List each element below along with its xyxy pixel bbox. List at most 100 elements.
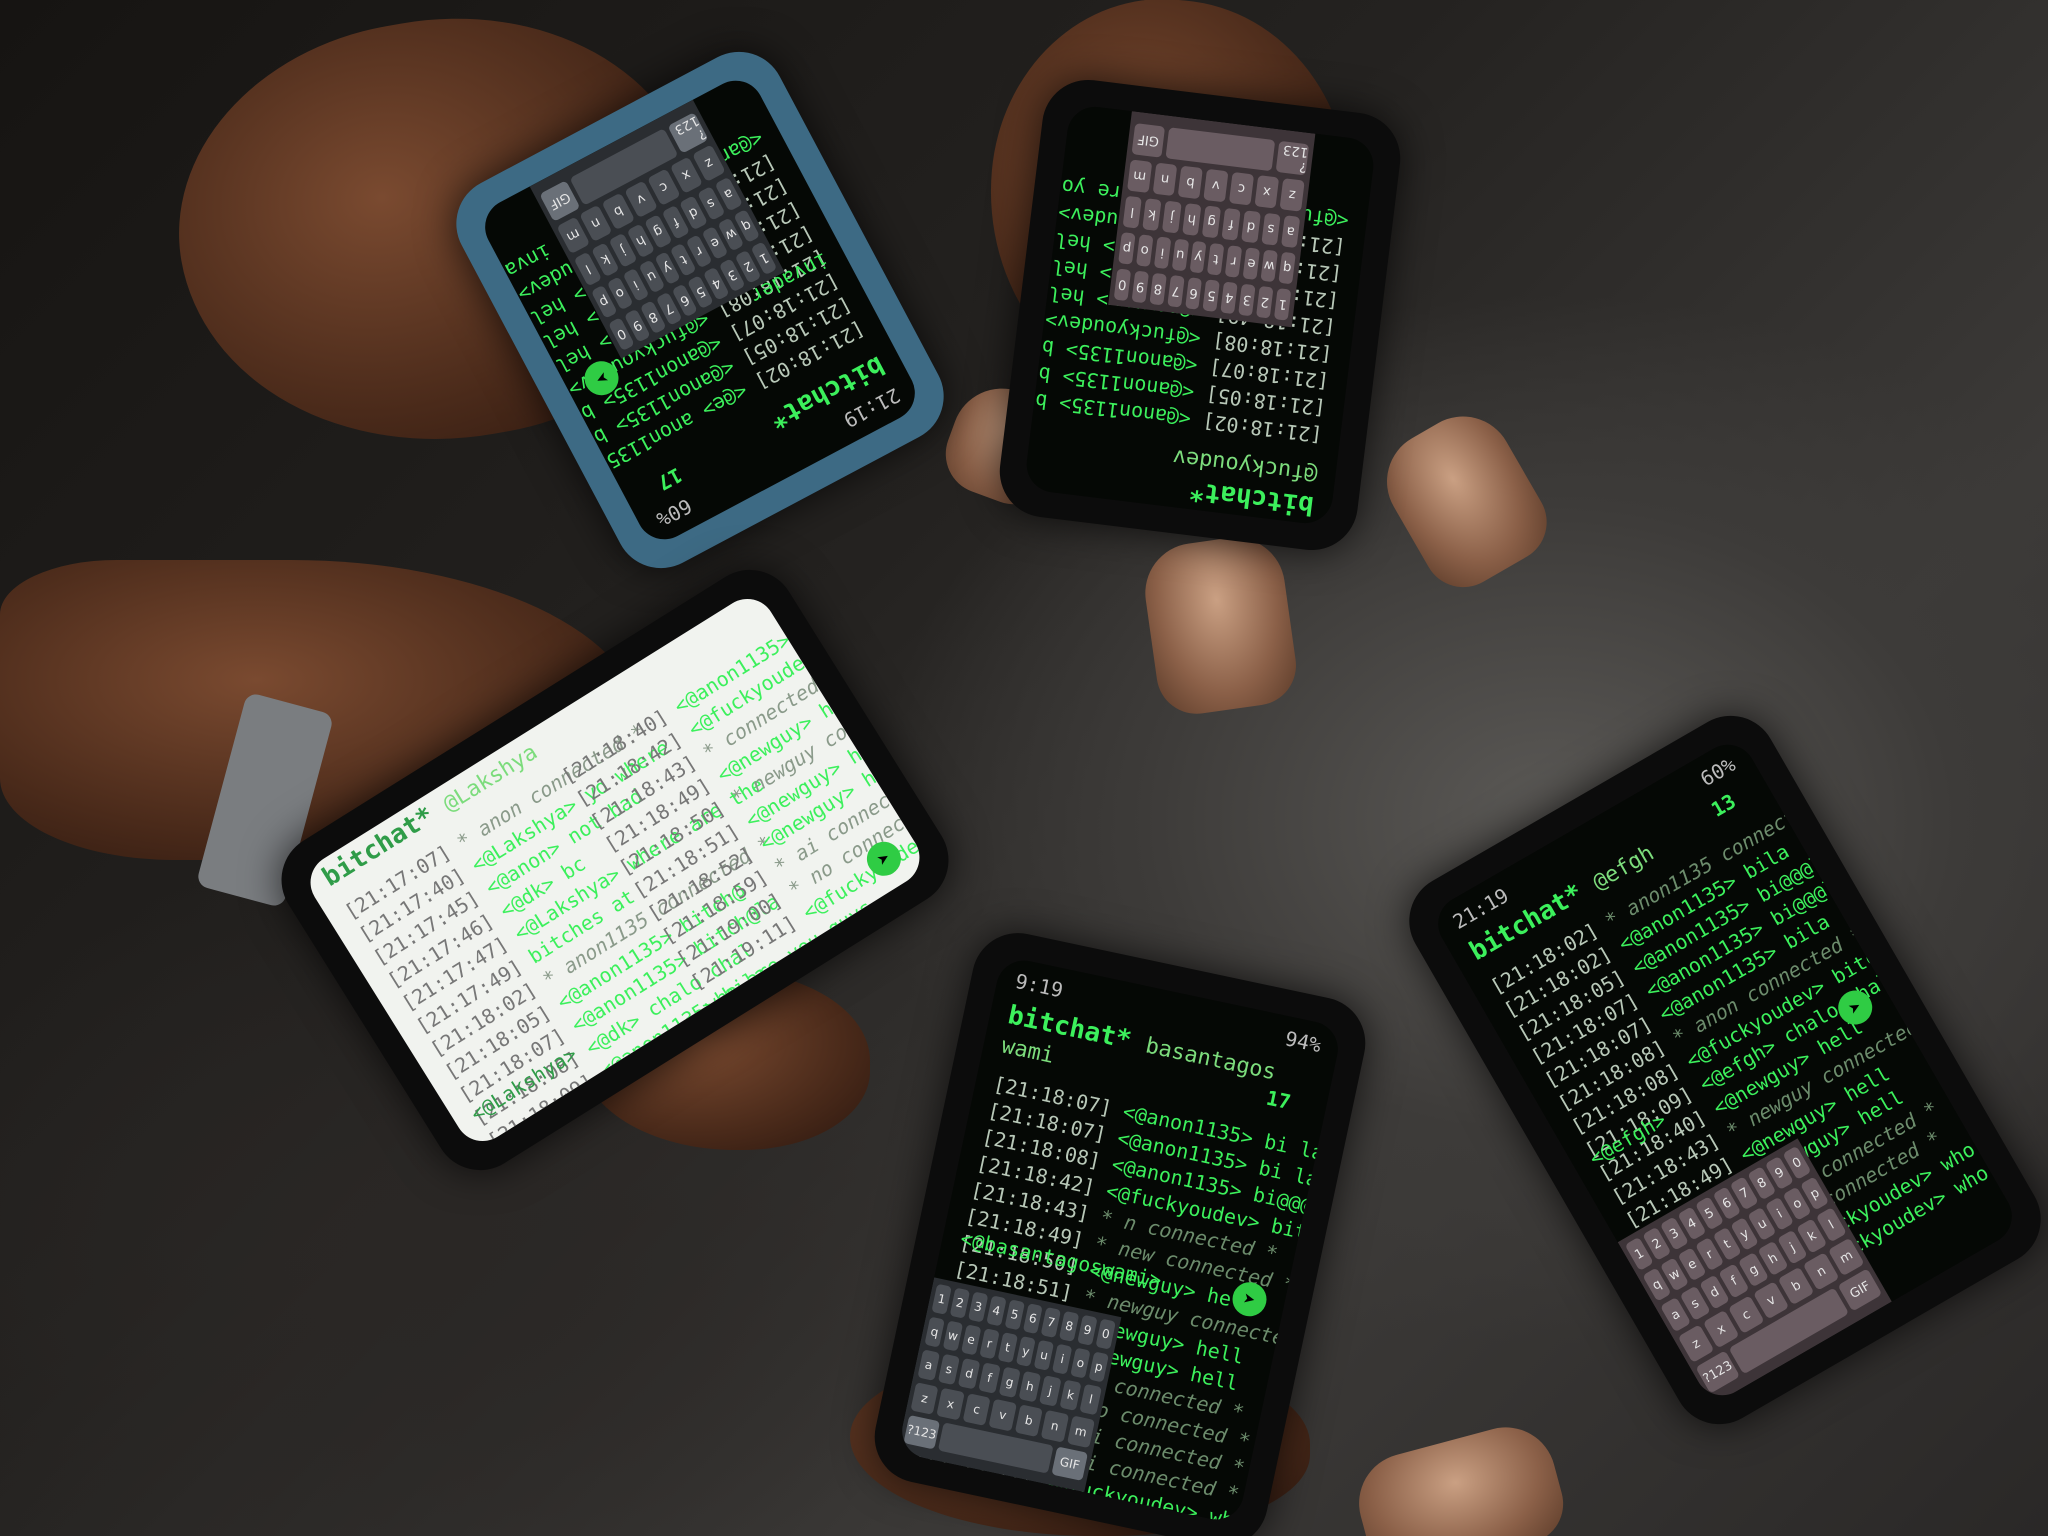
message-text: hell bbox=[814, 677, 869, 724]
key-o[interactable]: o bbox=[1135, 234, 1154, 267]
key-x[interactable]: x bbox=[1254, 175, 1280, 209]
key-l[interactable]: l bbox=[1079, 1383, 1102, 1416]
key-6[interactable]: 6 bbox=[1022, 1303, 1043, 1335]
key-p[interactable]: p bbox=[1118, 232, 1136, 265]
key-o[interactable]: o bbox=[1070, 1347, 1091, 1379]
photo-scene: 21:19 60% bitchat* 17 [21:18:02] <@e> ano… bbox=[0, 0, 2048, 1536]
phone-bottom-right: 21:19 60% bitchat* @efgh 13 [21:18:02] * … bbox=[1392, 699, 2048, 1441]
key-9[interactable]: 9 bbox=[1077, 1314, 1098, 1346]
key-s[interactable]: s bbox=[937, 1353, 961, 1386]
peer-count[interactable]: 17 bbox=[1264, 1086, 1310, 1118]
key-d[interactable]: d bbox=[1241, 210, 1261, 244]
key-4[interactable]: 4 bbox=[1220, 281, 1238, 315]
key-t[interactable]: t bbox=[997, 1332, 1018, 1364]
mode-switch-key[interactable]: ?123 bbox=[903, 1414, 941, 1450]
key-f[interactable]: f bbox=[978, 1362, 1001, 1394]
key-w[interactable]: w bbox=[1260, 249, 1279, 283]
key-k[interactable]: k bbox=[1142, 198, 1162, 232]
key-n[interactable]: n bbox=[1040, 1409, 1069, 1443]
key-h[interactable]: h bbox=[1018, 1370, 1042, 1403]
key-u[interactable]: u bbox=[1171, 238, 1189, 272]
key-a[interactable]: a bbox=[1280, 215, 1301, 249]
key-i[interactable]: i bbox=[1153, 236, 1172, 270]
key-c[interactable]: c bbox=[962, 1393, 991, 1426]
key-i[interactable]: i bbox=[1052, 1343, 1073, 1375]
message-text: hell bbox=[1038, 253, 1090, 283]
key-8[interactable]: 8 bbox=[1059, 1310, 1080, 1342]
key-2[interactable]: 2 bbox=[949, 1287, 971, 1319]
send-icon[interactable]: ➤ bbox=[860, 835, 908, 883]
key-8[interactable]: 8 bbox=[1149, 272, 1167, 306]
key-v[interactable]: v bbox=[988, 1398, 1017, 1432]
message-text: bila bbox=[1023, 330, 1056, 361]
key-v[interactable]: v bbox=[1203, 168, 1229, 203]
message-text: hell bbox=[843, 723, 897, 769]
mode-switch-key[interactable]: ?123 bbox=[1275, 140, 1310, 176]
key-1[interactable]: 1 bbox=[1273, 288, 1292, 321]
key-g[interactable]: g bbox=[998, 1366, 1021, 1399]
key-u[interactable]: u bbox=[1033, 1339, 1055, 1371]
keyboard: 1 2 3 4 5 6 7 8 9 0 q w e r t y u i o p a s d f g h j k l z x c v b n m ?123… bbox=[896, 1277, 1122, 1493]
key-r[interactable]: r bbox=[979, 1328, 1000, 1360]
key-t[interactable]: t bbox=[1207, 242, 1225, 276]
key-a[interactable]: a bbox=[917, 1349, 940, 1381]
key-x[interactable]: x bbox=[936, 1387, 965, 1421]
key-0[interactable]: 0 bbox=[1095, 1318, 1116, 1350]
key-g[interactable]: g bbox=[1201, 205, 1222, 239]
key-p[interactable]: p bbox=[1088, 1351, 1109, 1383]
message-text: hell bbox=[1035, 279, 1086, 310]
send-icon[interactable]: ➤ bbox=[1831, 984, 1879, 1031]
key-s[interactable]: s bbox=[1261, 212, 1281, 246]
key-n[interactable]: n bbox=[1152, 162, 1178, 197]
key-6[interactable]: 6 bbox=[1184, 277, 1203, 310]
key-b[interactable]: b bbox=[1177, 165, 1203, 200]
key-j[interactable]: j bbox=[1039, 1375, 1062, 1407]
key-z[interactable]: z bbox=[1279, 178, 1305, 212]
key-b[interactable]: b bbox=[1014, 1404, 1043, 1438]
key-c[interactable]: c bbox=[1228, 171, 1254, 206]
keyboard: 1 2 3 4 5 6 7 8 9 0 q w e r t y u i o p a s d f g h j k l z x c v b n m ?123… bbox=[1108, 111, 1316, 328]
battery-level: 94% bbox=[1282, 1026, 1324, 1058]
key-j[interactable]: j bbox=[1162, 200, 1182, 234]
key-m[interactable]: m bbox=[1066, 1415, 1095, 1449]
key-e[interactable]: e bbox=[1242, 247, 1261, 281]
key-k[interactable]: k bbox=[1059, 1379, 1082, 1411]
send-icon[interactable]: ➤ bbox=[1229, 1279, 1270, 1320]
key-5[interactable]: 5 bbox=[1004, 1299, 1025, 1331]
key-7[interactable]: 7 bbox=[1040, 1306, 1062, 1339]
gif-key[interactable]: GIF bbox=[1051, 1446, 1089, 1481]
key-1[interactable]: 1 bbox=[931, 1283, 952, 1315]
key-l[interactable]: l bbox=[1122, 195, 1143, 229]
key-e[interactable]: e bbox=[960, 1324, 982, 1356]
key-m[interactable]: m bbox=[1127, 159, 1153, 193]
phone-screen: 21:19 60% bitchat* @efgh 13 [21:18:02] * … bbox=[1427, 734, 2023, 1406]
key-2[interactable]: 2 bbox=[1256, 285, 1274, 319]
key-f[interactable]: f bbox=[1221, 207, 1241, 241]
message-text: bi@@@la bbox=[525, 422, 612, 484]
key-q[interactable]: q bbox=[924, 1316, 945, 1348]
gif-key[interactable]: GIF bbox=[1131, 123, 1166, 158]
key-q[interactable]: q bbox=[1278, 251, 1296, 285]
key-3[interactable]: 3 bbox=[967, 1291, 989, 1323]
message-text: bitchshala bbox=[826, 588, 931, 652]
key-r[interactable]: r bbox=[1224, 245, 1243, 278]
key-d[interactable]: d bbox=[957, 1357, 981, 1390]
key-z[interactable]: z bbox=[910, 1382, 939, 1415]
message-text: hell bbox=[1041, 226, 1093, 257]
key-4[interactable]: 4 bbox=[986, 1295, 1007, 1327]
key-7[interactable]: 7 bbox=[1167, 274, 1185, 308]
space-key[interactable] bbox=[1165, 127, 1276, 172]
message-text: who the fuck bbox=[1207, 1504, 1343, 1525]
key-3[interactable]: 3 bbox=[1238, 283, 1256, 317]
phone-top-right: bitchat* @fuckyoudev [21:18:02] <@anon11… bbox=[994, 74, 1406, 556]
key-y[interactable]: y bbox=[1015, 1335, 1037, 1367]
key-0[interactable]: 0 bbox=[1113, 268, 1132, 302]
phone-screen: 9:19 94% bitchat* basantagos wami 17 [21:… bbox=[896, 955, 1344, 1525]
key-y[interactable]: y bbox=[1189, 240, 1207, 274]
foot-top-center bbox=[1138, 531, 1302, 719]
key-h[interactable]: h bbox=[1181, 203, 1202, 236]
send-icon[interactable]: ➤ bbox=[578, 355, 625, 402]
key-9[interactable]: 9 bbox=[1131, 270, 1149, 304]
key-w[interactable]: w bbox=[942, 1320, 964, 1352]
key-5[interactable]: 5 bbox=[1202, 279, 1221, 312]
